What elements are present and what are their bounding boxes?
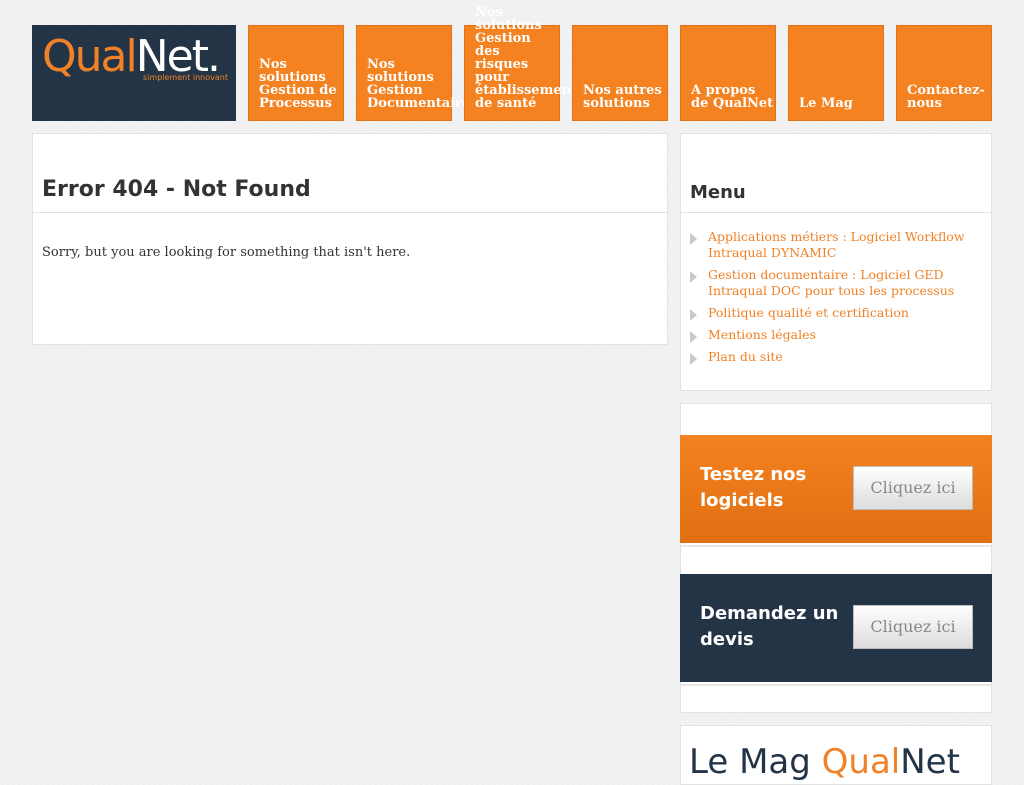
nav-solutions-documentaire[interactable]: Nos solutions Gestion Documentaire [356, 25, 470, 121]
cta-request-quote: Demandez un devis Cliquez ici [680, 574, 992, 686]
mag-title-part: Qual [821, 742, 901, 782]
arrow-right-icon [690, 271, 697, 283]
nav-label-line: Processus [259, 96, 332, 111]
menu-item-applications-metiers: Applications métiers : Logiciel Workflow… [690, 229, 980, 261]
qualnet-logo[interactable]: QualNet. simplement innovant [32, 25, 236, 121]
menu-link[interactable]: Applications métiers : Logiciel Workflow… [708, 229, 965, 260]
nav-label-line: de santé [475, 96, 537, 111]
logo-part-qual: Qual [42, 31, 138, 82]
menu-title: Menu [690, 182, 746, 203]
menu-link[interactable]: Gestion documentaire : Logiciel GED Intr… [708, 267, 954, 298]
menu-item-plan-du-site: Plan du site [690, 349, 980, 365]
mag-title-part: Net [900, 742, 960, 782]
nav-solutions-processus[interactable]: Nos solutions Gestion de Processus [248, 25, 344, 121]
error-message: Sorry, but you are looking for something… [42, 245, 411, 260]
nav-label-line: de QualNet [691, 96, 774, 111]
menu-link[interactable]: Mentions légales [708, 327, 816, 342]
cta-test-button[interactable]: Cliquez ici [853, 466, 973, 510]
sidebar-menu: Menu Applications métiers : Logiciel Wor… [680, 133, 992, 391]
nav-le-mag[interactable]: Le Mag [788, 25, 884, 121]
page-title: Error 404 - Not Found [42, 177, 311, 202]
nav-label-line: Documentaire [367, 96, 471, 111]
arrow-right-icon [690, 233, 697, 245]
divider [681, 212, 991, 213]
nav-label-line: Le Mag [799, 96, 853, 111]
le-mag-banner[interactable]: Le Mag QualNet [680, 725, 992, 785]
menu-list: Applications métiers : Logiciel Workflow… [690, 229, 980, 371]
nav-autres-solutions[interactable]: Nos autres solutions [572, 25, 668, 121]
cta-title: Testez nos logiciels [700, 464, 807, 511]
arrow-right-icon [690, 331, 697, 343]
menu-link[interactable]: Plan du site [708, 349, 783, 364]
nav-contact[interactable]: Contactez-nous [896, 25, 992, 121]
arrow-right-icon [690, 309, 697, 321]
nav-a-propos[interactable]: A propos de QualNet [680, 25, 776, 121]
site-header: QualNet. simplement innovant Nos solution… [32, 6, 992, 121]
nav-label-line: nous [907, 96, 942, 111]
mag-title-part: Le Mag [689, 742, 822, 782]
arrow-right-icon [690, 353, 697, 365]
menu-item-politique-qualite: Politique qualité et certification [690, 305, 980, 321]
cta-test-software: Testez nos logiciels Cliquez ici [680, 435, 992, 547]
main-content: Error 404 - Not Found Sorry, but you are… [32, 133, 668, 345]
divider [33, 212, 667, 213]
nav-label-line: solutions [583, 96, 650, 111]
menu-item-gestion-documentaire: Gestion documentaire : Logiciel GED Intr… [690, 267, 980, 299]
cta-quote-button[interactable]: Cliquez ici [853, 605, 973, 649]
divider [680, 684, 992, 686]
mag-title: Le Mag QualNet [689, 742, 960, 782]
nav-solutions-risques-sante[interactable]: Nos solutions Gestion des risques pour établis… [464, 6, 577, 121]
menu-item-mentions-legales: Mentions légales [690, 327, 980, 343]
cta-title: Demandez un devis [700, 603, 839, 650]
cta-panel: Testez nos logiciels Cliquez ici Demande… [680, 403, 992, 713]
logo-tagline: simplement innovant [143, 73, 228, 82]
menu-link[interactable]: Politique qualité et certification [708, 305, 909, 320]
divider [680, 545, 992, 547]
